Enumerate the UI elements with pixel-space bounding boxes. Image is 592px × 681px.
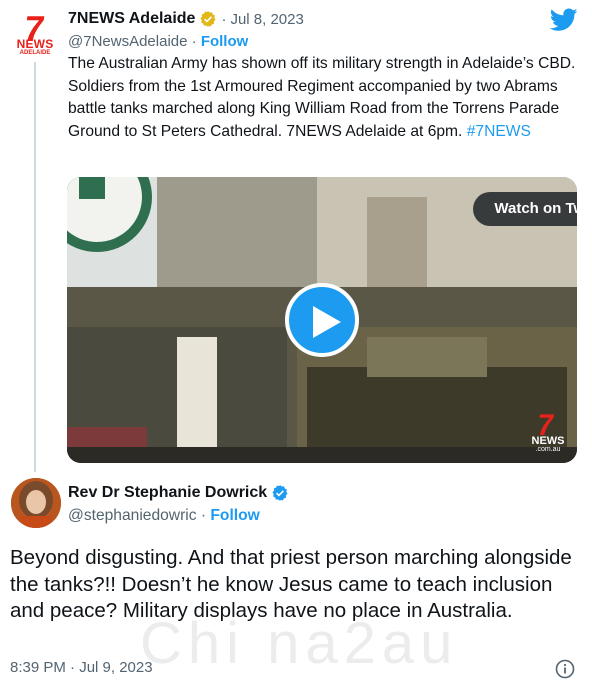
avatar-news: NEWS xyxy=(16,37,54,51)
author-name[interactable]: Rev Dr Stephanie Dowrick xyxy=(68,484,267,502)
watch-on-twitter-button[interactable]: Watch on Twitter xyxy=(473,192,577,226)
quoted-header: 7NEWS Adelaide · Jul 8, 2023 xyxy=(68,8,304,30)
play-icon xyxy=(313,306,341,338)
quoted-handle-row: @7NewsAdelaide · Follow xyxy=(68,33,248,50)
verified-blue-icon xyxy=(272,485,288,501)
profile-photo xyxy=(11,478,61,528)
tweet-text: Beyond disgusting. And that priest perso… xyxy=(10,546,572,622)
handle-separator: · xyxy=(196,507,211,524)
main-handle-row: @stephaniedowric · Follow xyxy=(68,507,260,525)
avatar[interactable] xyxy=(11,478,61,528)
twitter-bird-icon[interactable] xyxy=(550,8,578,32)
tweet-date[interactable]: Jul 8, 2023 xyxy=(230,11,303,28)
author-name[interactable]: 7NEWS Adelaide xyxy=(68,10,195,28)
quoted-tweet[interactable]: 7 NEWS ADELAIDE 7NEWS Adelaide · Jul 8, … xyxy=(0,0,592,472)
quoted-tweet-text: The Australian Army has shown off its mi… xyxy=(68,53,578,143)
thread-line xyxy=(34,62,36,472)
info-icon[interactable] xyxy=(555,659,575,679)
verified-gold-icon xyxy=(200,11,216,27)
hashtag-link[interactable]: #7NEWS xyxy=(467,123,531,140)
avatar-sub: ADELAIDE xyxy=(19,50,51,56)
tweet-timestamp[interactable]: 8:39 PM · Jul 9, 2023 xyxy=(10,659,153,676)
author-handle[interactable]: @stephaniedowric xyxy=(68,507,197,524)
author-handle[interactable]: @7NewsAdelaide xyxy=(68,33,187,50)
logo-domain: .com.au xyxy=(535,446,561,453)
play-button[interactable] xyxy=(285,283,359,357)
follow-button[interactable]: Follow xyxy=(210,507,259,524)
7news-watermark-logo: 7 NEWS .com.au xyxy=(525,409,571,457)
follow-button[interactable]: Follow xyxy=(201,33,249,50)
author-avatar[interactable]: 7 NEWS ADELAIDE xyxy=(11,8,59,58)
main-header: Rev Dr Stephanie Dowrick xyxy=(68,482,289,504)
date-separator: · xyxy=(221,10,227,28)
video-thumbnail[interactable]: Watch on Twitter 7 NEWS .com.au xyxy=(67,177,577,463)
handle-separator: · xyxy=(187,33,201,50)
